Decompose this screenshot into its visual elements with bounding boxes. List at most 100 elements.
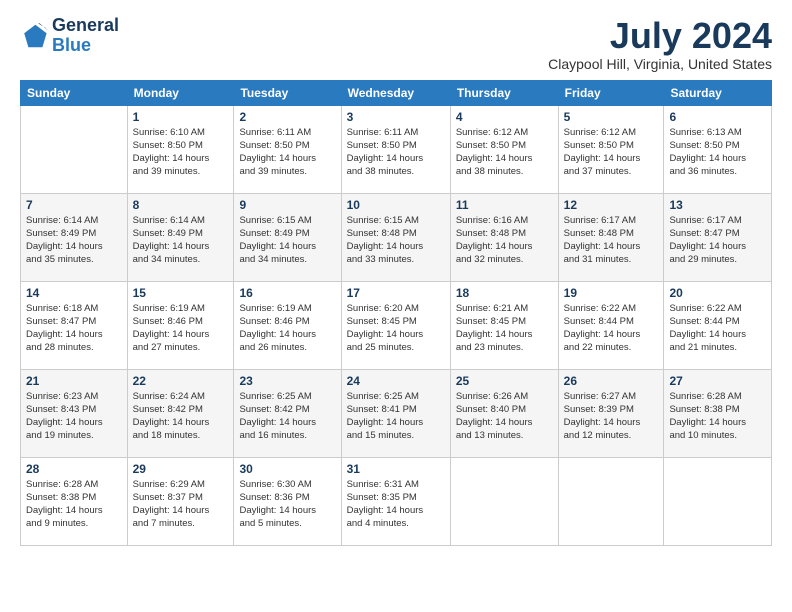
day-info: Sunrise: 6:11 AM Sunset: 8:50 PM Dayligh… <box>239 126 335 179</box>
day-cell: 23 Sunrise: 6:25 AM Sunset: 8:42 PM Dayli… <box>234 369 341 457</box>
page: General Blue July 2024 Claypool Hill, Vi… <box>0 0 792 612</box>
logo: General Blue <box>20 16 119 56</box>
day-number: 18 <box>456 286 553 300</box>
day-info: Sunrise: 6:13 AM Sunset: 8:50 PM Dayligh… <box>669 126 766 179</box>
day-number: 2 <box>239 110 335 124</box>
day-info: Sunrise: 6:17 AM Sunset: 8:47 PM Dayligh… <box>669 214 766 267</box>
day-info: Sunrise: 6:28 AM Sunset: 8:38 PM Dayligh… <box>26 478 122 531</box>
calendar-table: SundayMondayTuesdayWednesdayThursdayFrid… <box>20 80 772 546</box>
day-number: 4 <box>456 110 553 124</box>
day-info: Sunrise: 6:15 AM Sunset: 8:48 PM Dayligh… <box>347 214 445 267</box>
day-number: 9 <box>239 198 335 212</box>
day-cell: 7 Sunrise: 6:14 AM Sunset: 8:49 PM Daylig… <box>21 193 128 281</box>
day-info: Sunrise: 6:24 AM Sunset: 8:42 PM Dayligh… <box>133 390 229 443</box>
day-info: Sunrise: 6:21 AM Sunset: 8:45 PM Dayligh… <box>456 302 553 355</box>
day-cell: 18 Sunrise: 6:21 AM Sunset: 8:45 PM Dayli… <box>450 281 558 369</box>
calendar-body: 1 Sunrise: 6:10 AM Sunset: 8:50 PM Daylig… <box>21 105 772 545</box>
day-number: 23 <box>239 374 335 388</box>
day-cell <box>664 457 772 545</box>
day-info: Sunrise: 6:31 AM Sunset: 8:35 PM Dayligh… <box>347 478 445 531</box>
weekday-monday: Monday <box>127 80 234 105</box>
day-cell: 4 Sunrise: 6:12 AM Sunset: 8:50 PM Daylig… <box>450 105 558 193</box>
weekday-saturday: Saturday <box>664 80 772 105</box>
day-cell <box>450 457 558 545</box>
day-cell: 5 Sunrise: 6:12 AM Sunset: 8:50 PM Daylig… <box>558 105 664 193</box>
day-number: 27 <box>669 374 766 388</box>
day-number: 21 <box>26 374 122 388</box>
day-cell: 28 Sunrise: 6:28 AM Sunset: 8:38 PM Dayli… <box>21 457 128 545</box>
day-cell: 15Sunrise: 6:19 AM Sunset: 8:46 PM Dayli… <box>127 281 234 369</box>
day-cell: 25 Sunrise: 6:26 AM Sunset: 8:40 PM Dayli… <box>450 369 558 457</box>
day-number: 5 <box>564 110 659 124</box>
day-cell: 1 Sunrise: 6:10 AM Sunset: 8:50 PM Daylig… <box>127 105 234 193</box>
day-number: 12 <box>564 198 659 212</box>
day-cell: 13 Sunrise: 6:17 AM Sunset: 8:47 PM Dayli… <box>664 193 772 281</box>
day-number: 1 <box>133 110 229 124</box>
day-number: 29 <box>133 462 229 476</box>
day-number: 3 <box>347 110 445 124</box>
day-info: Sunrise: 6:23 AM Sunset: 8:43 PM Dayligh… <box>26 390 122 443</box>
day-info: Sunrise: 6:30 AM Sunset: 8:36 PM Dayligh… <box>239 478 335 531</box>
day-info: Sunrise: 6:25 AM Sunset: 8:42 PM Dayligh… <box>239 390 335 443</box>
day-number: 7 <box>26 198 122 212</box>
week-row-4: 21 Sunrise: 6:23 AM Sunset: 8:43 PM Dayli… <box>21 369 772 457</box>
day-number: 24 <box>347 374 445 388</box>
day-cell <box>558 457 664 545</box>
day-info: Sunrise: 6:18 AM Sunset: 8:47 PM Dayligh… <box>26 302 122 355</box>
week-row-2: 7 Sunrise: 6:14 AM Sunset: 8:49 PM Daylig… <box>21 193 772 281</box>
title-block: July 2024 Claypool Hill, Virginia, Unite… <box>548 16 772 72</box>
day-info: Sunrise: 6:12 AM Sunset: 8:50 PM Dayligh… <box>456 126 553 179</box>
weekday-header-row: SundayMondayTuesdayWednesdayThursdayFrid… <box>21 80 772 105</box>
day-cell: 22 Sunrise: 6:24 AM Sunset: 8:42 PM Dayli… <box>127 369 234 457</box>
day-number: 25 <box>456 374 553 388</box>
location: Claypool Hill, Virginia, United States <box>548 56 772 72</box>
day-number: 22 <box>133 374 229 388</box>
day-cell: 6 Sunrise: 6:13 AM Sunset: 8:50 PM Daylig… <box>664 105 772 193</box>
day-cell: 8Sunrise: 6:14 AM Sunset: 8:49 PM Daylig… <box>127 193 234 281</box>
day-number: 30 <box>239 462 335 476</box>
day-cell: 16 Sunrise: 6:19 AM Sunset: 8:46 PM Dayli… <box>234 281 341 369</box>
day-info: Sunrise: 6:22 AM Sunset: 8:44 PM Dayligh… <box>669 302 766 355</box>
weekday-friday: Friday <box>558 80 664 105</box>
day-info: Sunrise: 6:11 AM Sunset: 8:50 PM Dayligh… <box>347 126 445 179</box>
day-number: 28 <box>26 462 122 476</box>
day-info: Sunrise: 6:16 AM Sunset: 8:48 PM Dayligh… <box>456 214 553 267</box>
day-cell: 19Sunrise: 6:22 AM Sunset: 8:44 PM Dayli… <box>558 281 664 369</box>
day-info: Sunrise: 6:14 AM Sunset: 8:49 PM Dayligh… <box>26 214 122 267</box>
day-cell: 27Sunrise: 6:28 AM Sunset: 8:38 PM Dayli… <box>664 369 772 457</box>
header: General Blue July 2024 Claypool Hill, Vi… <box>20 16 772 72</box>
day-number: 11 <box>456 198 553 212</box>
day-cell: 2 Sunrise: 6:11 AM Sunset: 8:50 PM Daylig… <box>234 105 341 193</box>
day-info: Sunrise: 6:27 AM Sunset: 8:39 PM Dayligh… <box>564 390 659 443</box>
day-cell: 31 Sunrise: 6:31 AM Sunset: 8:35 PM Dayli… <box>341 457 450 545</box>
day-cell: 10Sunrise: 6:15 AM Sunset: 8:48 PM Dayli… <box>341 193 450 281</box>
day-info: Sunrise: 6:22 AM Sunset: 8:44 PM Dayligh… <box>564 302 659 355</box>
day-number: 13 <box>669 198 766 212</box>
day-info: Sunrise: 6:12 AM Sunset: 8:50 PM Dayligh… <box>564 126 659 179</box>
day-cell: 20Sunrise: 6:22 AM Sunset: 8:44 PM Dayli… <box>664 281 772 369</box>
day-info: Sunrise: 6:19 AM Sunset: 8:46 PM Dayligh… <box>133 302 229 355</box>
weekday-sunday: Sunday <box>21 80 128 105</box>
day-number: 14 <box>26 286 122 300</box>
day-info: Sunrise: 6:20 AM Sunset: 8:45 PM Dayligh… <box>347 302 445 355</box>
day-info: Sunrise: 6:25 AM Sunset: 8:41 PM Dayligh… <box>347 390 445 443</box>
day-number: 6 <box>669 110 766 124</box>
logo-icon <box>20 22 48 50</box>
day-cell: 14 Sunrise: 6:18 AM Sunset: 8:47 PM Dayli… <box>21 281 128 369</box>
day-number: 26 <box>564 374 659 388</box>
day-info: Sunrise: 6:29 AM Sunset: 8:37 PM Dayligh… <box>133 478 229 531</box>
day-info: Sunrise: 6:19 AM Sunset: 8:46 PM Dayligh… <box>239 302 335 355</box>
day-number: 31 <box>347 462 445 476</box>
day-number: 16 <box>239 286 335 300</box>
day-cell: 9 Sunrise: 6:15 AM Sunset: 8:49 PM Daylig… <box>234 193 341 281</box>
day-info: Sunrise: 6:15 AM Sunset: 8:49 PM Dayligh… <box>239 214 335 267</box>
day-info: Sunrise: 6:10 AM Sunset: 8:50 PM Dayligh… <box>133 126 229 179</box>
week-row-5: 28 Sunrise: 6:28 AM Sunset: 8:38 PM Dayli… <box>21 457 772 545</box>
weekday-thursday: Thursday <box>450 80 558 105</box>
day-cell: 12Sunrise: 6:17 AM Sunset: 8:48 PM Dayli… <box>558 193 664 281</box>
weekday-wednesday: Wednesday <box>341 80 450 105</box>
day-info: Sunrise: 6:26 AM Sunset: 8:40 PM Dayligh… <box>456 390 553 443</box>
day-number: 8 <box>133 198 229 212</box>
logo-text: General Blue <box>52 16 119 56</box>
day-cell: 11 Sunrise: 6:16 AM Sunset: 8:48 PM Dayli… <box>450 193 558 281</box>
